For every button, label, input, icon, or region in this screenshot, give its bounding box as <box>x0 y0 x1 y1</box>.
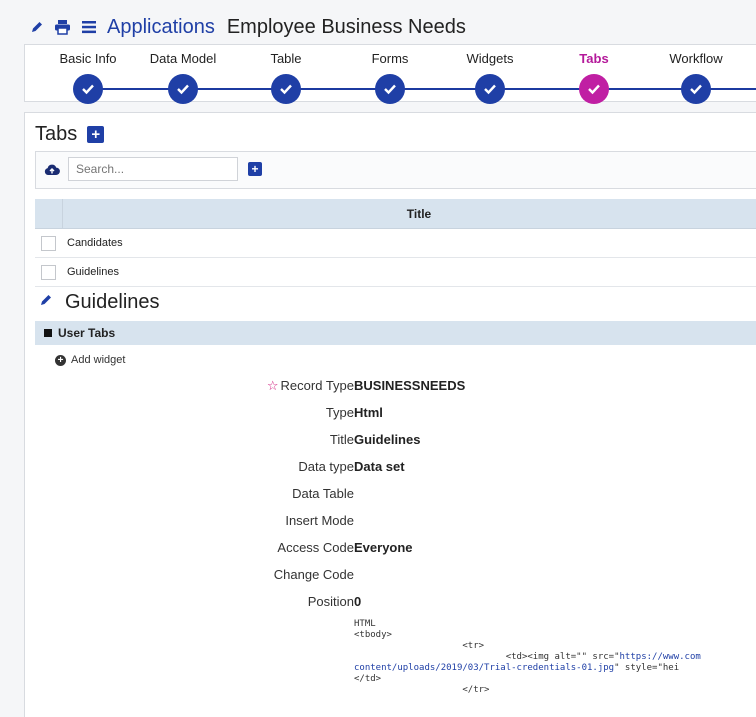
field-label: ☆ Record Type <box>266 378 354 393</box>
tabs-table: Title Candidates Guidelines <box>35 199 756 287</box>
search-toolbar: + <box>35 151 756 189</box>
field-access-code: Access Code Everyone <box>35 540 756 567</box>
step-label: Forms <box>371 51 409 66</box>
row-title: Guidelines <box>67 266 119 278</box>
code-url: content/uploads/2019/03/Trial-credential… <box>354 663 615 673</box>
field-label: Type <box>325 405 354 420</box>
check-icon <box>271 74 301 104</box>
step-label: Data Model <box>149 51 217 66</box>
field-value: 0 <box>354 594 362 609</box>
step-label: Basic Info <box>59 51 117 66</box>
step-workflow[interactable]: Workflow <box>641 45 751 104</box>
field-data-table: Data Table <box>35 486 756 513</box>
menu-icon[interactable] <box>81 20 97 34</box>
field-title: Title Guidelines <box>35 432 756 459</box>
field-value: Html <box>354 405 383 420</box>
field-insert-mode: Insert Mode <box>35 513 756 540</box>
check-icon <box>375 74 405 104</box>
add-icon[interactable]: + <box>248 162 262 176</box>
step-tabs[interactable]: Tabs <box>539 45 649 104</box>
tabs-heading: Tabs + <box>35 123 105 146</box>
add-widget-button[interactable]: + Add widget <box>55 354 125 366</box>
field-label: Data Table <box>292 486 354 501</box>
code-line: </td> <box>354 674 382 684</box>
wizard-stepper: Basic Info Data Model Table Forms Widget… <box>24 44 756 104</box>
field-value: Guidelines <box>354 432 421 447</box>
field-label: Data type <box>298 459 354 474</box>
plus-square-icon[interactable]: + <box>87 126 105 143</box>
step-data-model[interactable]: Data Model <box>128 45 238 104</box>
html-code-preview: HTML <tbody> <tr> <td><img alt="" src="h… <box>354 619 701 696</box>
table-row[interactable]: Candidates <box>35 229 756 258</box>
code-line: <tbody> <box>354 630 392 640</box>
code-line: <tr> <box>462 641 485 651</box>
row-title: Candidates <box>67 237 123 249</box>
search-input[interactable] <box>68 157 238 181</box>
field-data-type: Data type Data set <box>35 459 756 486</box>
field-type: Type Html <box>35 405 756 432</box>
tabs-title: Tabs <box>35 123 78 145</box>
check-icon <box>681 74 711 104</box>
row-checkbox[interactable] <box>41 264 56 280</box>
step-label: Table <box>270 51 302 66</box>
header-check-cell <box>35 199 63 228</box>
section-title: User Tabs <box>58 326 116 340</box>
field-label: Access Code <box>277 540 354 555</box>
field-label: Position <box>307 594 354 609</box>
column-title[interactable]: Title <box>63 199 756 228</box>
add-widget-label: Add widget <box>71 354 126 366</box>
check-icon <box>579 74 609 104</box>
code-line: " style="hei <box>614 663 680 673</box>
required-star-icon: ☆ <box>266 378 279 393</box>
app-root: Applications Employee Business Needs Bas… <box>0 0 756 717</box>
field-record-type: ☆ Record Type BUSINESSNEEDS <box>35 378 756 405</box>
step-forms[interactable]: Forms <box>335 45 445 104</box>
step-table[interactable]: Table <box>231 45 341 104</box>
pencil-icon[interactable] <box>30 20 44 34</box>
step-widgets[interactable]: Widgets <box>435 45 545 104</box>
field-position: Position 0 <box>35 594 756 621</box>
square-icon <box>44 329 52 337</box>
code-line: </tr> <box>462 685 490 695</box>
code-lang: HTML <box>354 619 376 629</box>
check-icon <box>475 74 505 104</box>
row-checkbox[interactable] <box>41 235 56 251</box>
step-label: Workflow <box>669 51 723 66</box>
step-label: Widgets <box>466 51 514 66</box>
cloud-upload-icon[interactable] <box>44 163 60 181</box>
detail-heading: Guidelines <box>39 291 160 314</box>
field-change-code: Change Code <box>35 567 756 594</box>
breadcrumb-applications[interactable]: Applications <box>107 16 215 39</box>
pencil-icon[interactable] <box>39 293 53 312</box>
page-header: Applications Employee Business Needs Bas… <box>0 0 756 104</box>
field-label: Change Code <box>273 567 354 582</box>
print-icon[interactable] <box>54 19 71 35</box>
table-header: Title <box>35 199 756 229</box>
field-value: Everyone <box>354 540 413 555</box>
step-label: Tabs <box>579 51 609 66</box>
code-line: <td><img alt="" src=" <box>505 652 620 662</box>
code-url: https://www.com <box>619 652 701 662</box>
title-bar: Applications Employee Business Needs <box>30 13 466 41</box>
page-title: Employee Business Needs <box>226 15 466 38</box>
tabs-panel: Tabs + + Title Candidates Guidelines <box>24 112 756 717</box>
field-value: BUSINESSNEEDS <box>354 378 466 393</box>
step-basic-info[interactable]: Basic Info <box>33 45 143 104</box>
plus-circle-icon: + <box>55 354 66 366</box>
check-icon <box>168 74 198 104</box>
check-icon <box>73 74 103 104</box>
field-label: Insert Mode <box>285 513 354 528</box>
table-row[interactable]: Guidelines <box>35 258 756 287</box>
section-header[interactable]: User Tabs <box>35 321 756 345</box>
field-label: Title <box>329 432 354 447</box>
field-value: Data set <box>354 459 405 474</box>
detail-title: Guidelines <box>65 291 160 313</box>
